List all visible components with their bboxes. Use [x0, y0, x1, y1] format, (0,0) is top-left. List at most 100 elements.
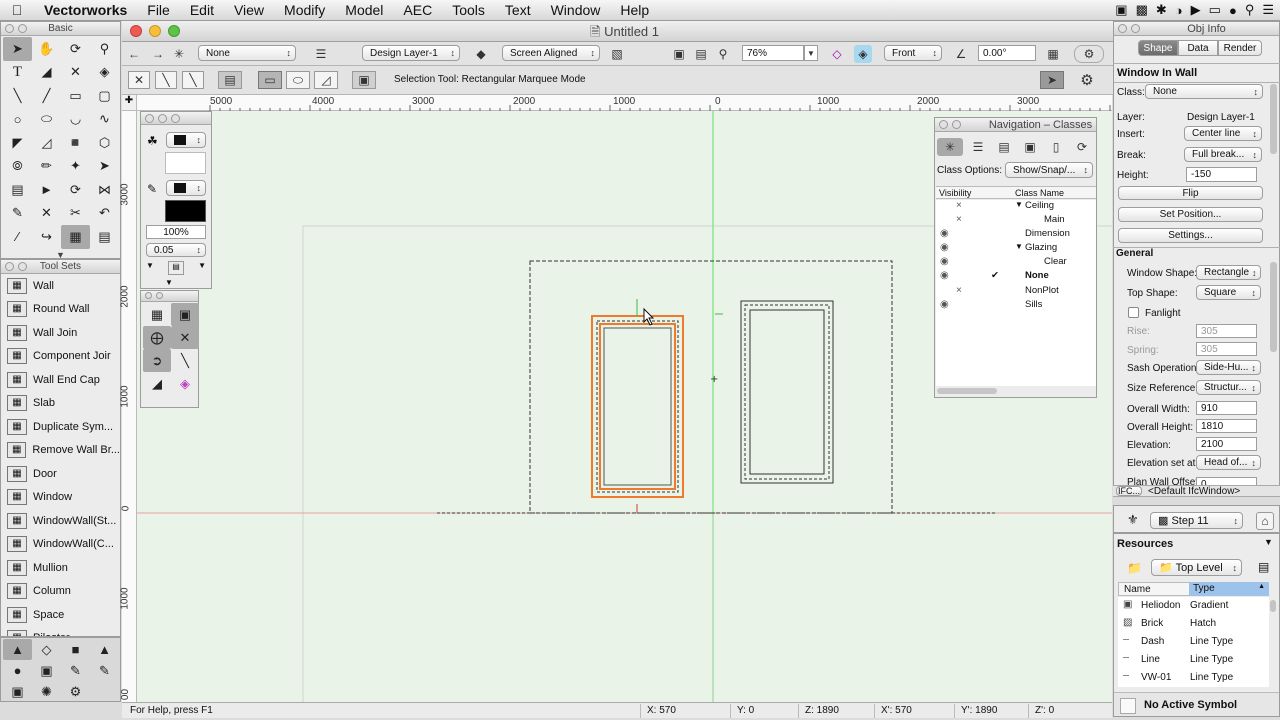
projection-icon[interactable]: ◇ [828, 45, 846, 63]
toolset-item[interactable]: ▦ WindowWall(C... [1, 533, 120, 557]
gears-icon[interactable]: ⚙ [61, 681, 90, 702]
viewports-tab-icon[interactable]: ▣ [1019, 138, 1041, 156]
horizontal-scrollbar[interactable] [937, 388, 997, 394]
layer-stack-icon[interactable]: ▦ [1044, 45, 1062, 63]
flyover-tool-icon[interactable]: ⟳ [61, 37, 90, 61]
toolset-item[interactable]: ▦ Door [1, 462, 120, 486]
elevation-set-popup[interactable]: Head of... [1196, 455, 1261, 470]
lock-selection-icon[interactable]: ▤ [218, 71, 242, 89]
menu-text[interactable]: Text [495, 0, 541, 21]
snap-surface-icon[interactable]: ◈ [171, 372, 199, 395]
tool-preferences-gear-icon[interactable]: ⚙ [1074, 71, 1100, 89]
polygon-marquee-icon[interactable]: ◿ [314, 71, 338, 89]
toolset-item[interactable]: ▦ Slab [1, 392, 120, 416]
chamfer-tool-icon[interactable]: ∕ [3, 225, 32, 249]
obj-info-scrollbar[interactable] [1270, 84, 1277, 154]
general-scrollbar[interactable] [1270, 262, 1277, 352]
hidden-x-icon[interactable]: × [956, 214, 962, 225]
snap-grid-icon[interactable]: ▦ [143, 303, 171, 326]
ruler-origin-icon[interactable]: ✚ [122, 95, 137, 111]
single-object-scaling-icon[interactable]: ╲ [155, 71, 177, 89]
eye-icon[interactable]: ◉ [940, 228, 949, 239]
palette-controls[interactable] [5, 24, 27, 33]
window-shape-popup[interactable]: Rectangle [1196, 265, 1261, 280]
angle-icon[interactable]: ∠ [952, 45, 970, 63]
building-shell-icon[interactable]: ▲ [3, 639, 32, 660]
offset-tool-icon[interactable]: ▤ [3, 178, 32, 202]
machine-icon[interactable]: ▣ [3, 681, 32, 702]
toolset-item[interactable]: ▦ Component Joir [1, 345, 120, 369]
pan-tool-icon[interactable]: ✋ [32, 37, 61, 61]
spiral-tool-icon[interactable]: ⦾ [3, 155, 32, 179]
class-name-column-header[interactable]: Class Name [1015, 188, 1064, 198]
palette-toggle-icon[interactable]: ⚙ [1074, 45, 1104, 63]
back-arrow-icon[interactable]: ← [125, 45, 143, 63]
visualization-icon[interactable]: ✺ [32, 681, 61, 702]
reshape-tool-icon[interactable]: ➤ [90, 155, 119, 179]
eraser-tool-icon[interactable]: ▤ [90, 225, 119, 249]
attributes-expand-icon[interactable]: ▼ [165, 278, 173, 287]
forward-arrow-icon[interactable]: → [149, 45, 167, 63]
classes-tab-icon[interactable]: ✳ [937, 138, 963, 156]
working-plane-popup[interactable]: Screen Aligned [502, 45, 600, 61]
furniture-icon[interactable]: ■ [61, 639, 90, 660]
class-row[interactable]: × Main [936, 214, 1096, 228]
selection-tool-icon[interactable]: ➤ [3, 37, 32, 61]
zoom-field[interactable]: 76% [742, 45, 804, 61]
pen-color-swatch[interactable] [165, 200, 206, 222]
navigation-controls[interactable] [939, 120, 961, 129]
zoom-window-button[interactable] [168, 25, 180, 37]
elevation-field[interactable]: 2100 [1196, 437, 1257, 451]
detailing-icon[interactable]: ✎ [61, 660, 90, 681]
menu-help[interactable]: Help [610, 0, 659, 21]
class-row[interactable]: ◉ ✔ None [936, 270, 1096, 284]
move-by-points-icon[interactable]: ↪ [32, 225, 61, 249]
toolset-item[interactable]: ▦ Mullion [1, 556, 120, 580]
eyedropper-tool-icon[interactable]: ✏ [32, 155, 61, 179]
set-position-button[interactable]: Set Position... [1118, 207, 1263, 222]
circle-tool-icon[interactable]: ○ [3, 108, 32, 132]
class-visibility-icon[interactable]: ✳ [170, 45, 188, 63]
wand-tool-icon[interactable]: ✦ [61, 155, 90, 179]
resource-row[interactable]: ┄ Line Line Type [1118, 651, 1269, 669]
enable-rotation-icon[interactable]: ▣ [352, 71, 376, 89]
site-planning-icon[interactable]: ▲ [90, 639, 119, 660]
toolset-item[interactable]: ▦ Duplicate Sym... [1, 415, 120, 439]
display-icon[interactable]: ▩ [1136, 2, 1148, 18]
fillet-tool-icon[interactable]: ↶ [90, 202, 119, 226]
menu-file[interactable]: File [137, 0, 180, 21]
references-tab-icon[interactable]: ⟳ [1071, 138, 1093, 156]
selected-window[interactable] [591, 315, 684, 498]
dimension-tool-icon[interactable]: ✕ [61, 61, 90, 85]
fanlight-checkbox[interactable] [1128, 307, 1139, 318]
rise-field[interactable]: 305 [1196, 324, 1257, 338]
active-class-popup[interactable]: None [198, 45, 296, 61]
resources-menu-icon[interactable]: ▼ [1264, 537, 1273, 547]
hidden-x-icon[interactable]: × [956, 200, 962, 211]
resource-row[interactable]: ▣ Heliodon Gradient [1118, 597, 1269, 615]
menu-window[interactable]: Window [541, 0, 611, 21]
active-layer-popup[interactable]: Design Layer-1 [362, 45, 460, 61]
size-reference-popup[interactable]: Structur... [1196, 380, 1261, 395]
break-popup[interactable]: Full break... [1184, 147, 1262, 162]
polygon-tool-icon[interactable]: ◿ [32, 131, 61, 155]
layers-icon[interactable]: ☰ [312, 45, 330, 63]
sheet-layers-tab-icon[interactable]: ▤ [993, 138, 1015, 156]
resource-row[interactable]: ┄ Dash Line Type [1118, 633, 1269, 651]
toolset-item[interactable]: ▦ Round Wall [1, 298, 120, 322]
toolset-item[interactable]: ▦ Wall [1, 274, 120, 298]
attribute-mapping-icon[interactable]: ◈ [90, 61, 119, 85]
battery-icon[interactable]: ▭ [1209, 2, 1221, 18]
lighting-icon[interactable]: ● [3, 660, 32, 681]
class-options-popup[interactable]: Show/Snap/... [1005, 162, 1093, 178]
unselected-window[interactable] [740, 300, 834, 484]
step-popup[interactable]: ▩ Step 11 [1150, 512, 1243, 529]
cabinet-icon[interactable]: ▣ [32, 660, 61, 681]
snap-object-icon[interactable]: ▣ [171, 303, 199, 326]
snap-angle-icon[interactable]: ⨁ [143, 326, 171, 349]
text-tool-icon[interactable]: T [3, 61, 32, 85]
plane-angle-field[interactable]: 0.00° [978, 45, 1036, 61]
list-icon[interactable]: ☰ [1262, 2, 1274, 18]
double-polygon-icon[interactable]: ◾ [61, 131, 90, 155]
flip-button[interactable]: Flip [1118, 186, 1263, 200]
